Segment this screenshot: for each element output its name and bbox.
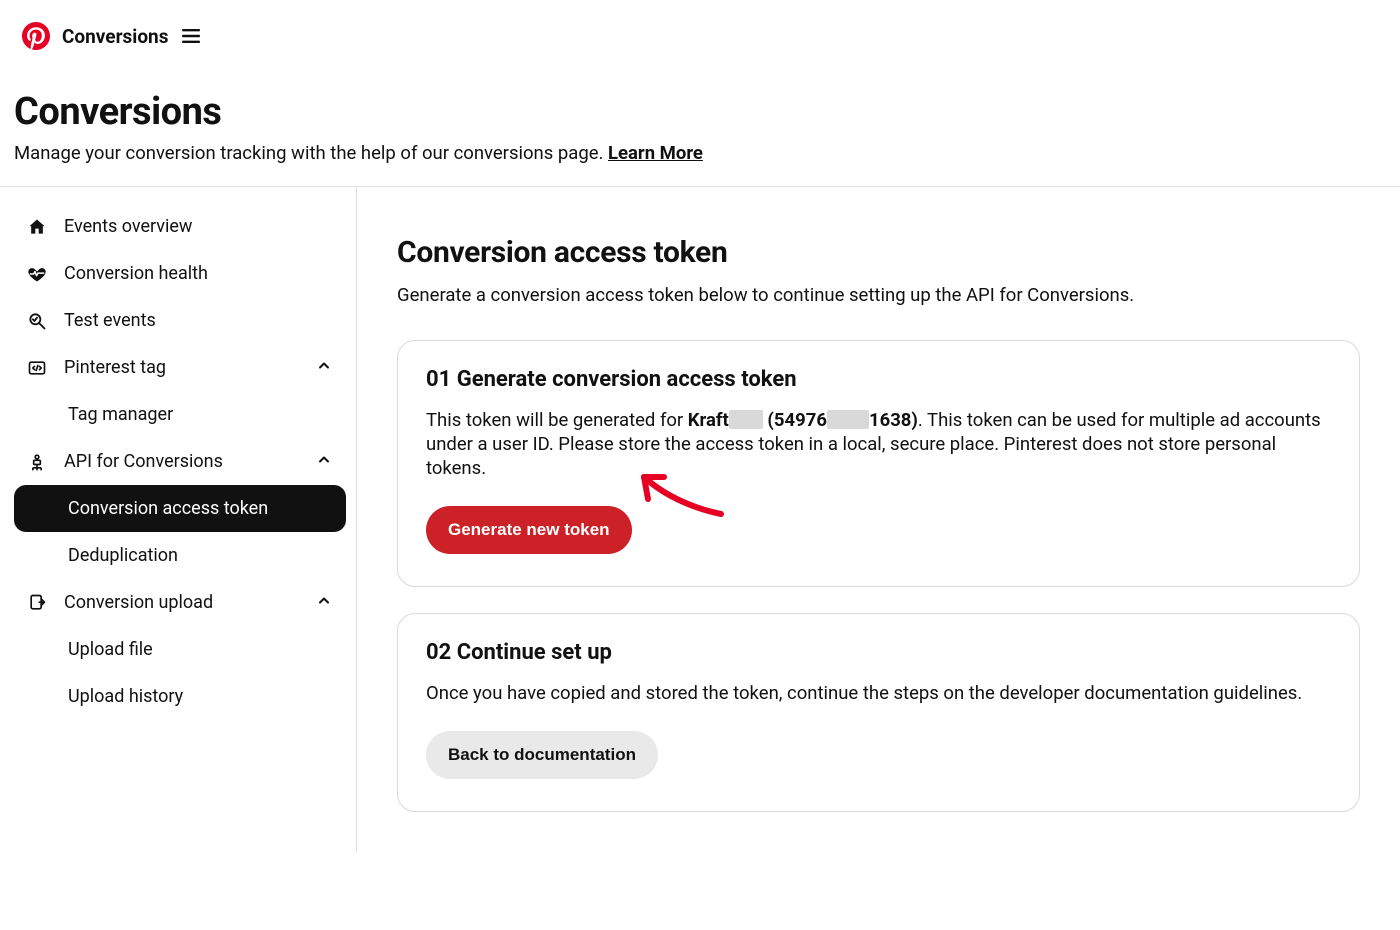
generate-new-token-button[interactable]: Generate new token (426, 506, 632, 554)
main-content: Conversion access token Generate a conve… (357, 187, 1400, 852)
page-header: Conversions Manage your conversion track… (0, 58, 1400, 164)
card-body-text: This token will be generated for (426, 409, 688, 431)
card-title: 02 Continue set up (426, 640, 1331, 665)
sidebar-item-events-overview[interactable]: Events overview (14, 203, 346, 250)
section-description: Generate a conversion access token below… (397, 284, 1360, 306)
sidebar-item-test-events[interactable]: Test events (14, 297, 346, 344)
home-icon (26, 217, 48, 237)
top-bar: Conversions (0, 0, 1400, 58)
sidebar-item-label: API for Conversions (64, 451, 223, 472)
sidebar-item-upload-history[interactable]: Upload history (14, 673, 346, 720)
sidebar: Events overview Conversion health Test e… (0, 187, 357, 852)
sidebar-item-label: Upload file (68, 639, 153, 660)
chevron-up-icon (316, 592, 332, 613)
sidebar-item-label: Test events (64, 310, 156, 331)
card-title: 01 Generate conversion access token (426, 367, 1331, 392)
sidebar-item-deduplication[interactable]: Deduplication (14, 532, 346, 579)
sidebar-item-label: Conversion upload (64, 592, 213, 613)
sidebar-item-label: Deduplication (68, 545, 178, 566)
subtitle-text: Manage your conversion tracking with the… (14, 142, 608, 164)
sidebar-item-label: Conversion access token (68, 498, 268, 519)
sidebar-item-label: Tag manager (68, 404, 173, 425)
sidebar-item-pinterest-tag[interactable]: Pinterest tag (14, 344, 346, 391)
card-body: Once you have copied and stored the toke… (426, 681, 1331, 705)
sidebar-item-upload-file[interactable]: Upload file (14, 626, 346, 673)
redacted-segment (729, 410, 763, 429)
page-title: Conversions (14, 90, 1386, 134)
upload-icon (26, 593, 48, 613)
sidebar-item-conversion-health[interactable]: Conversion health (14, 250, 346, 297)
pinterest-logo-icon (22, 22, 50, 50)
card-body: This token will be generated for Kraft (… (426, 408, 1331, 480)
sidebar-item-tag-manager[interactable]: Tag manager (14, 391, 346, 438)
chevron-up-icon (316, 451, 332, 472)
menu-icon[interactable] (182, 27, 200, 46)
sidebar-item-label: Upload history (68, 686, 183, 707)
sidebar-item-label: Conversion health (64, 263, 208, 284)
chevron-up-icon (316, 357, 332, 378)
page-subtitle: Manage your conversion tracking with the… (14, 142, 1386, 164)
api-icon (26, 452, 48, 472)
learn-more-link[interactable]: Learn More (608, 142, 703, 164)
section-title: Conversion access token (397, 235, 1360, 270)
code-tag-icon (26, 358, 48, 378)
sidebar-item-label: Events overview (64, 216, 192, 237)
topbar-title: Conversions (62, 25, 168, 48)
back-to-documentation-button[interactable]: Back to documentation (426, 731, 658, 779)
sidebar-item-api-for-conversions[interactable]: API for Conversions (14, 438, 346, 485)
sidebar-item-label: Pinterest tag (64, 357, 166, 378)
heartbeat-icon (26, 264, 48, 284)
card-continue-setup: 02 Continue set up Once you have copied … (397, 613, 1360, 812)
card-generate-token: 01 Generate conversion access token This… (397, 340, 1360, 587)
magnify-icon (26, 311, 48, 331)
sidebar-item-conversion-upload[interactable]: Conversion upload (14, 579, 346, 626)
redacted-segment (827, 410, 869, 429)
account-name: Kraft (549761638) (688, 409, 918, 431)
sidebar-item-conversion-access-token[interactable]: Conversion access token (14, 485, 346, 532)
